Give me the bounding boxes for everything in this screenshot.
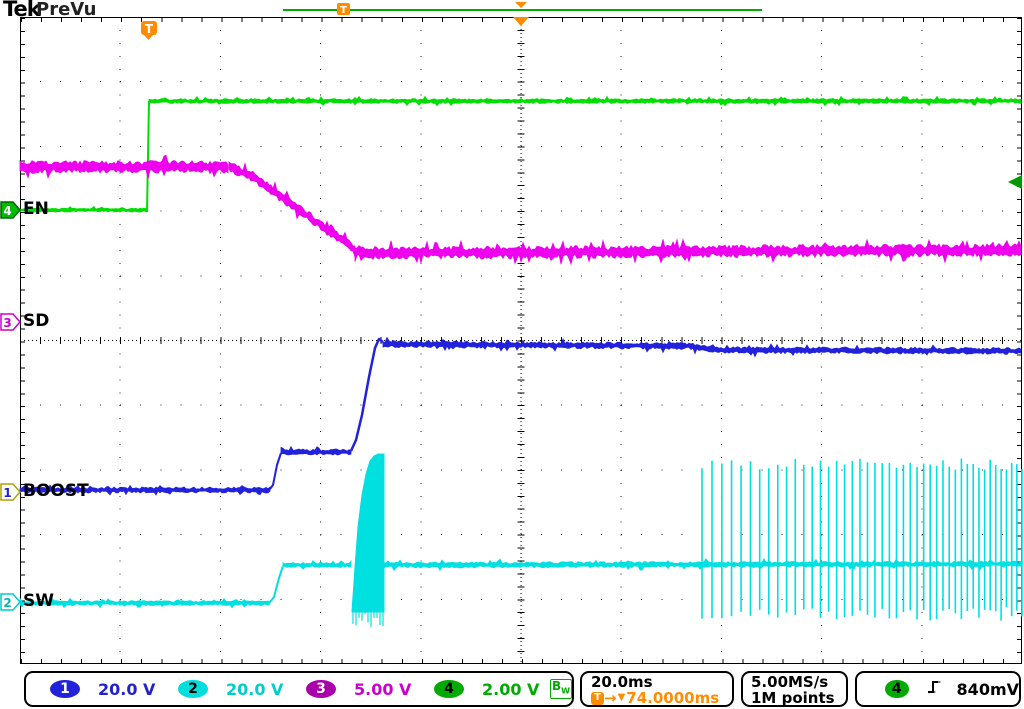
ch1-badge: 1 [50, 680, 80, 698]
ch3-signal-label: SD [23, 313, 49, 330]
ch3-badge: 3 [306, 680, 336, 698]
svg-text:4: 4 [3, 204, 11, 218]
oscilloscope-screen: Tek PreVu T T 4 [0, 0, 1024, 709]
record-delay-marker-icon [515, 2, 527, 8]
ch3-scale: 5.00 V [354, 680, 411, 699]
ch2-readout: 2 20.0 V [164, 680, 292, 699]
ch1-scale: 20.0 V [98, 680, 155, 699]
delay-marker-icon: ▼ [618, 690, 626, 706]
ch4-marker: 4 [1, 202, 20, 218]
sample-rate: 5.00MS/s [751, 674, 846, 690]
trigger-level-arrow-icon [1008, 175, 1022, 189]
ch2-marker: 2 [1, 594, 20, 610]
record-length: 1M points [751, 690, 846, 706]
ch4-badge: 4 [434, 680, 464, 698]
ch3-marker: 3 [1, 314, 20, 330]
svg-text:T: T [340, 5, 347, 16]
timebase-readout: 20.0ms [591, 674, 732, 690]
bandwidth-limit-indicator: BW [550, 679, 572, 698]
svg-text:3: 3 [3, 316, 11, 330]
ch4-scale: 2.00 V [482, 680, 539, 699]
channel-scale-readouts: 1 20.0 V 2 20.0 V 3 5.00 V 4 2.00 V BW [24, 671, 574, 707]
ch2-badge: 2 [178, 680, 208, 698]
delay-arrow-icon: → [604, 690, 617, 706]
svg-text:T: T [145, 22, 154, 36]
record-view-bar: T [283, 2, 762, 16]
trigger-readout: 4 840mV [855, 671, 1021, 707]
waveform-display: T T 4 3 1 [0, 0, 1024, 709]
rising-edge-icon [927, 679, 941, 699]
ch1-marker: 1 [1, 484, 20, 500]
channel-position-markers: 4 3 1 2 [1, 202, 20, 610]
trigger-level-value: 840mV [957, 680, 1019, 699]
horizontal-readout: 20.0ms T → ▼ 74.0000ms [580, 671, 734, 707]
ch3-readout: 3 5.00 V [292, 680, 420, 699]
ch2-signal-label: SW [23, 593, 54, 610]
trigger-t-flag-icon: T [141, 21, 157, 40]
record-trigger-t-icon: T [337, 3, 350, 16]
ch1-signal-label: BOOST [23, 483, 89, 500]
delay-readout: T → ▼ 74.0000ms [591, 690, 732, 706]
waveform-ch2-sw [20, 454, 1022, 627]
ch1-readout: 1 20.0 V [36, 680, 164, 699]
acquisition-readout: 5.00MS/s 1M points [741, 671, 848, 707]
svg-text:1: 1 [3, 486, 11, 500]
trigger-source-badge: 4 [885, 680, 909, 698]
ch4-readout: 4 2.00 V [420, 680, 548, 699]
ch2-scale: 20.0 V [226, 680, 283, 699]
svg-text:2: 2 [3, 596, 11, 610]
delay-t-icon: T [591, 692, 604, 705]
ch4-signal-label: EN [23, 201, 49, 218]
delay-position-marker-icon [513, 17, 529, 26]
delay-value: 74.0000ms [626, 690, 719, 706]
